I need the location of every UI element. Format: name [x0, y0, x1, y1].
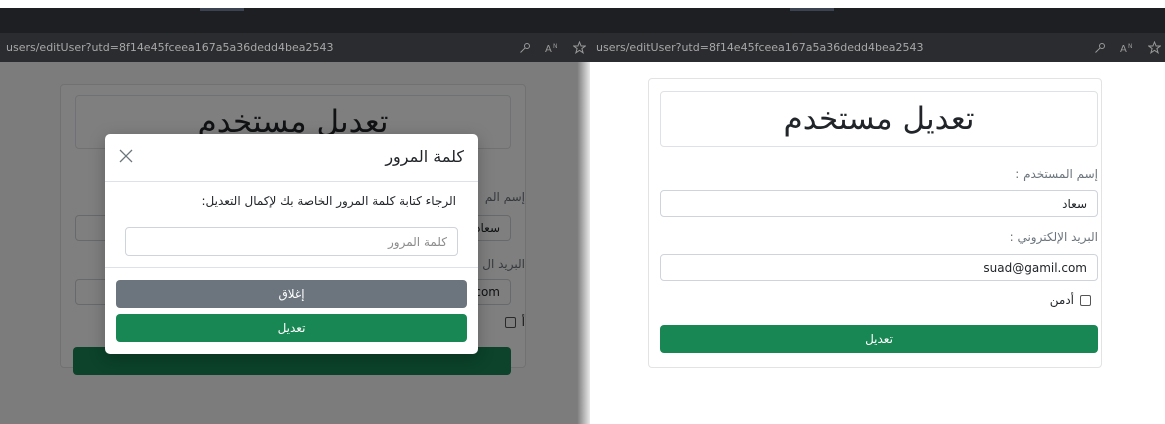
form-card: تعديل مستخدم إسم المستخدم : سعاد البريد … — [648, 78, 1102, 368]
key-icon[interactable] — [519, 33, 531, 62]
modal-header: كلمة المرور — [105, 134, 478, 182]
page-title: تعديل مستخدم — [660, 91, 1098, 147]
left-screenshot: users/editUser?utd=8f14e45fceea167a5a36d… — [0, 0, 590, 424]
svg-text:N: N — [1128, 43, 1133, 50]
username-value: سعاد — [1062, 196, 1087, 211]
password-input[interactable]: كلمة المرور — [125, 227, 458, 256]
window-edge — [577, 62, 590, 424]
read-aloud-icon[interactable]: AN — [545, 33, 559, 62]
active-tab-indicator — [790, 8, 834, 11]
password-placeholder: كلمة المرور — [387, 234, 447, 249]
browser-tabstrip — [0, 8, 590, 33]
close-icon[interactable] — [119, 148, 133, 167]
admin-checkbox-row[interactable]: أدمن — [1050, 293, 1091, 307]
right-screenshot: users/editUser?utd=8f14e45fceea167a5a36d… — [590, 0, 1165, 424]
modal-footer-divider — [105, 267, 478, 268]
modal-message: الرجاء كتابة كلمة المرور الخاصة بك لإكما… — [201, 194, 457, 208]
favorite-star-icon[interactable] — [1148, 33, 1161, 62]
browser-tabstrip — [590, 8, 1165, 33]
key-icon[interactable] — [1094, 33, 1106, 62]
svg-text:A: A — [545, 44, 552, 54]
modal-title: كلمة المرور — [385, 147, 464, 166]
email-value: suad@gamil.com — [983, 260, 1087, 275]
svg-text:A: A — [1120, 44, 1127, 54]
email-label: البريد الإلكتروني : — [1009, 230, 1098, 244]
submit-button[interactable]: تعديل — [660, 325, 1098, 353]
address-url[interactable]: users/editUser?utd=8f14e45fceea167a5a36d… — [596, 33, 923, 62]
modal-submit-button[interactable]: تعديل — [116, 314, 467, 342]
admin-label: أدمن — [1049, 293, 1074, 307]
email-field[interactable]: suad@gamil.com — [660, 254, 1098, 281]
svg-text:N: N — [553, 43, 558, 50]
address-bar[interactable]: users/editUser?utd=8f14e45fceea167a5a36d… — [590, 33, 1165, 62]
admin-checkbox[interactable] — [1080, 294, 1091, 306]
favorite-star-icon[interactable] — [573, 33, 586, 62]
address-url[interactable]: users/editUser?utd=8f14e45fceea167a5a36d… — [6, 33, 333, 62]
address-bar[interactable]: users/editUser?utd=8f14e45fceea167a5a36d… — [0, 33, 590, 62]
username-field[interactable]: سعاد — [660, 190, 1098, 217]
page-background: تعديل مستخدم إسم المستخدم : سعاد البريد … — [590, 62, 1165, 424]
username-label: إسم المستخدم : — [1015, 167, 1098, 181]
active-tab-indicator — [200, 8, 244, 11]
close-button[interactable]: إغلاق — [116, 280, 467, 308]
password-modal: كلمة المرور الرجاء كتابة كلمة المرور الخ… — [105, 134, 478, 354]
read-aloud-icon[interactable]: AN — [1120, 33, 1134, 62]
